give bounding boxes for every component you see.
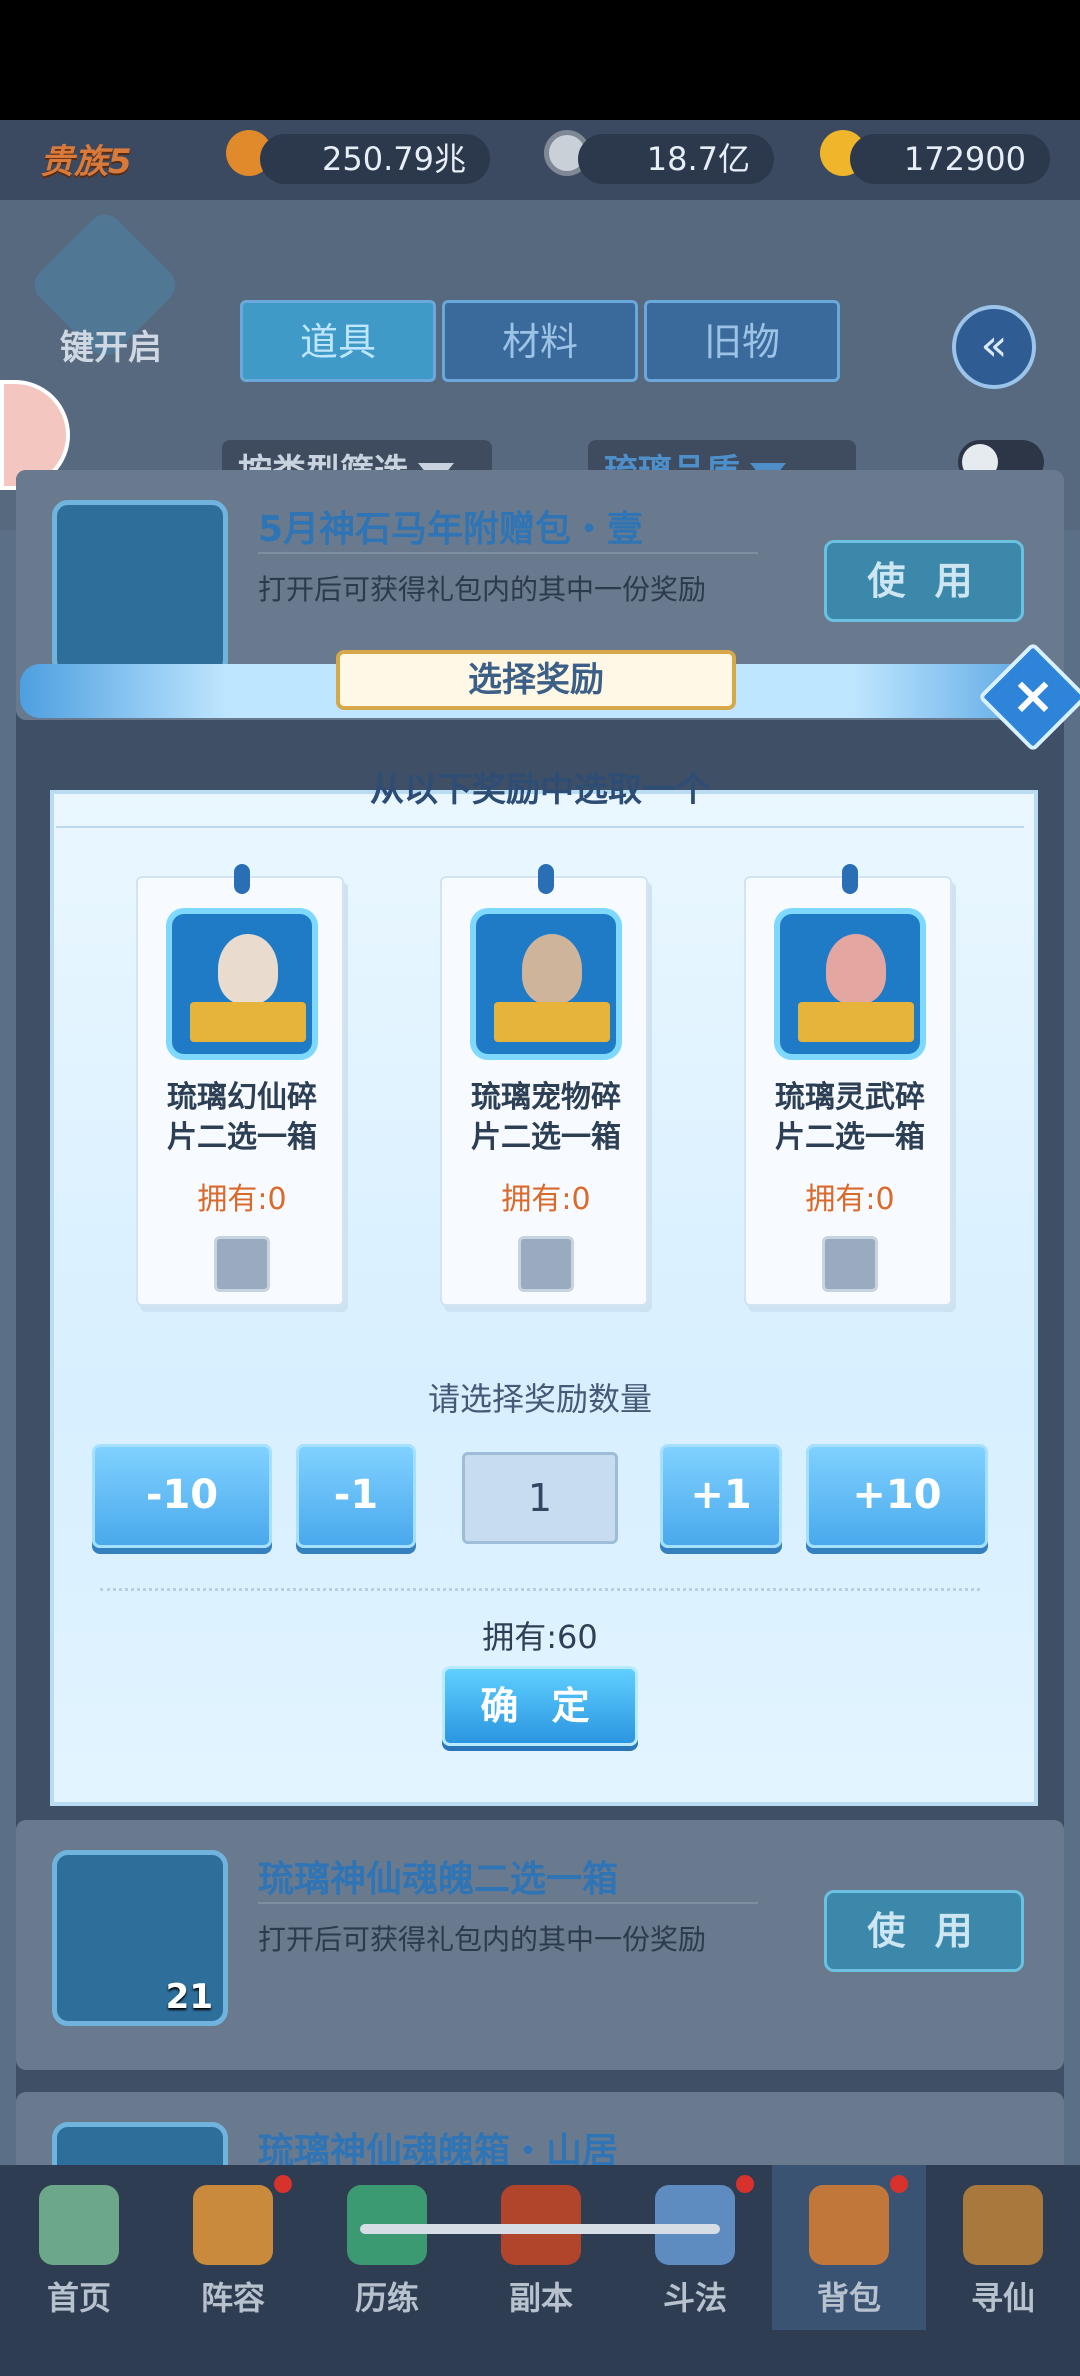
- item-count-badge: 21: [165, 1977, 213, 2017]
- portrait-icon: [826, 934, 886, 1004]
- nav-seek[interactable]: 寻仙: [926, 2165, 1080, 2330]
- tab-items[interactable]: 道具: [240, 300, 436, 382]
- pin-icon: [234, 864, 250, 894]
- gold-value: 172900: [850, 134, 1050, 184]
- chest-icon: [166, 908, 318, 1060]
- nav-lineup[interactable]: 阵容: [156, 2165, 310, 2330]
- item-chest-icon: [52, 500, 228, 676]
- use-button[interactable]: 使 用: [824, 540, 1024, 622]
- item-chest-icon: 21: [52, 1850, 228, 2026]
- divider: [56, 826, 1024, 828]
- minus-10-button[interactable]: -10: [92, 1444, 272, 1548]
- reward-name: 琉璃灵武碎片二选一箱: [775, 1080, 925, 1155]
- item-description: 打开后可获得礼包内的其中一份奖励: [258, 573, 707, 606]
- reward-option[interactable]: 琉璃幻仙碎片二选一箱 拥有:0: [136, 864, 344, 1306]
- notification-dot: [274, 2175, 292, 2193]
- scroll-icon: [963, 2185, 1043, 2265]
- coin-value: 18.7亿: [578, 134, 774, 184]
- portrait-icon: [522, 934, 582, 1004]
- power-value: 250.79兆: [260, 134, 490, 184]
- divider: [258, 552, 758, 554]
- notification-dot: [890, 2175, 908, 2193]
- reward-option[interactable]: 琉璃灵武碎片二选一箱 拥有:0: [744, 864, 952, 1306]
- one-key-open-label[interactable]: 键开启: [60, 320, 162, 369]
- currency-bar: 贵族5 250.79兆 18.7亿 172900: [0, 120, 1080, 200]
- cards-icon: [193, 2185, 273, 2265]
- item-description: 打开后可获得礼包内的其中一份奖励: [258, 1923, 707, 1956]
- reward-checkbox[interactable]: [518, 1236, 574, 1292]
- nav-label: 背包: [816, 2279, 881, 2317]
- bag-icon: [809, 2185, 889, 2265]
- bottom-nav: 首页 阵容 历练 副本 斗法 背包 寻仙: [0, 2165, 1080, 2376]
- chest-icon: [470, 908, 622, 1060]
- item-title: 琉璃神仙魂魄二选一箱: [258, 1859, 619, 1900]
- nav-label: 历练: [354, 2279, 419, 2317]
- nav-bag[interactable]: 背包: [772, 2165, 926, 2330]
- home-indicator[interactable]: [360, 2224, 720, 2234]
- modal-title: 选择奖励: [336, 650, 736, 710]
- nav-dungeon[interactable]: 副本: [464, 2165, 618, 2330]
- nav-label: 斗法: [662, 2279, 727, 2317]
- reward-owned: 拥有:0: [501, 1182, 591, 1217]
- tab-materials[interactable]: 材料: [442, 300, 638, 382]
- plus-10-button[interactable]: +10: [806, 1444, 988, 1548]
- status-bar: [0, 0, 1080, 120]
- vip-level: 贵族5: [40, 142, 132, 182]
- reward-owned: 拥有:0: [197, 1182, 287, 1217]
- plus-1-button[interactable]: +1: [660, 1444, 782, 1548]
- back-button[interactable]: «: [952, 305, 1036, 389]
- nav-label: 阵容: [200, 2279, 265, 2317]
- nav-label: 副本: [508, 2279, 573, 2317]
- reward-checkbox[interactable]: [214, 1236, 270, 1292]
- close-icon[interactable]: ×: [994, 658, 1072, 736]
- item-title: 5月神石马年附赠包・壹: [258, 509, 644, 550]
- chest-body-icon: [190, 1002, 306, 1042]
- portrait-icon: [218, 934, 278, 1004]
- chest-body-icon: [494, 1002, 610, 1042]
- divider: [258, 1902, 758, 1904]
- reward-owned: 拥有:0: [805, 1182, 895, 1217]
- reward-name: 琉璃幻仙碎片二选一箱: [167, 1080, 317, 1155]
- owned-total: 拥有:60: [482, 1618, 598, 1656]
- reward-option[interactable]: 琉璃宠物碎片二选一箱 拥有:0: [440, 864, 648, 1306]
- quantity-label: 请选择奖励数量: [427, 1380, 652, 1418]
- list-item: 21 琉璃神仙魂魄二选一箱 打开后可获得礼包内的其中一份奖励 使 用: [16, 1820, 1064, 2070]
- back-arrow-icon: «: [980, 320, 1008, 371]
- pin-icon: [842, 864, 858, 894]
- confirm-button[interactable]: 确 定: [442, 1666, 638, 1746]
- nav-battle[interactable]: 斗法: [618, 2165, 772, 2330]
- reward-name: 琉璃宠物碎片二选一箱: [471, 1080, 621, 1155]
- quantity-field[interactable]: 1: [462, 1452, 618, 1544]
- nav-label: 首页: [46, 2279, 111, 2317]
- minus-1-button[interactable]: -1: [296, 1444, 416, 1548]
- nav-training[interactable]: 历练: [310, 2165, 464, 2330]
- pin-icon: [538, 864, 554, 894]
- chest-icon: [774, 908, 926, 1060]
- chest-body-icon: [798, 1002, 914, 1042]
- nav-label: 寻仙: [970, 2279, 1035, 2317]
- modal-subtitle: 从以下奖励中选取一个: [370, 770, 710, 810]
- reward-checkbox[interactable]: [822, 1236, 878, 1292]
- divider: [100, 1588, 980, 1591]
- notification-dot: [736, 2175, 754, 2193]
- use-button[interactable]: 使 用: [824, 1890, 1024, 1972]
- nav-home[interactable]: 首页: [2, 2165, 156, 2330]
- tab-relics[interactable]: 旧物: [644, 300, 840, 382]
- home-icon: [39, 2185, 119, 2265]
